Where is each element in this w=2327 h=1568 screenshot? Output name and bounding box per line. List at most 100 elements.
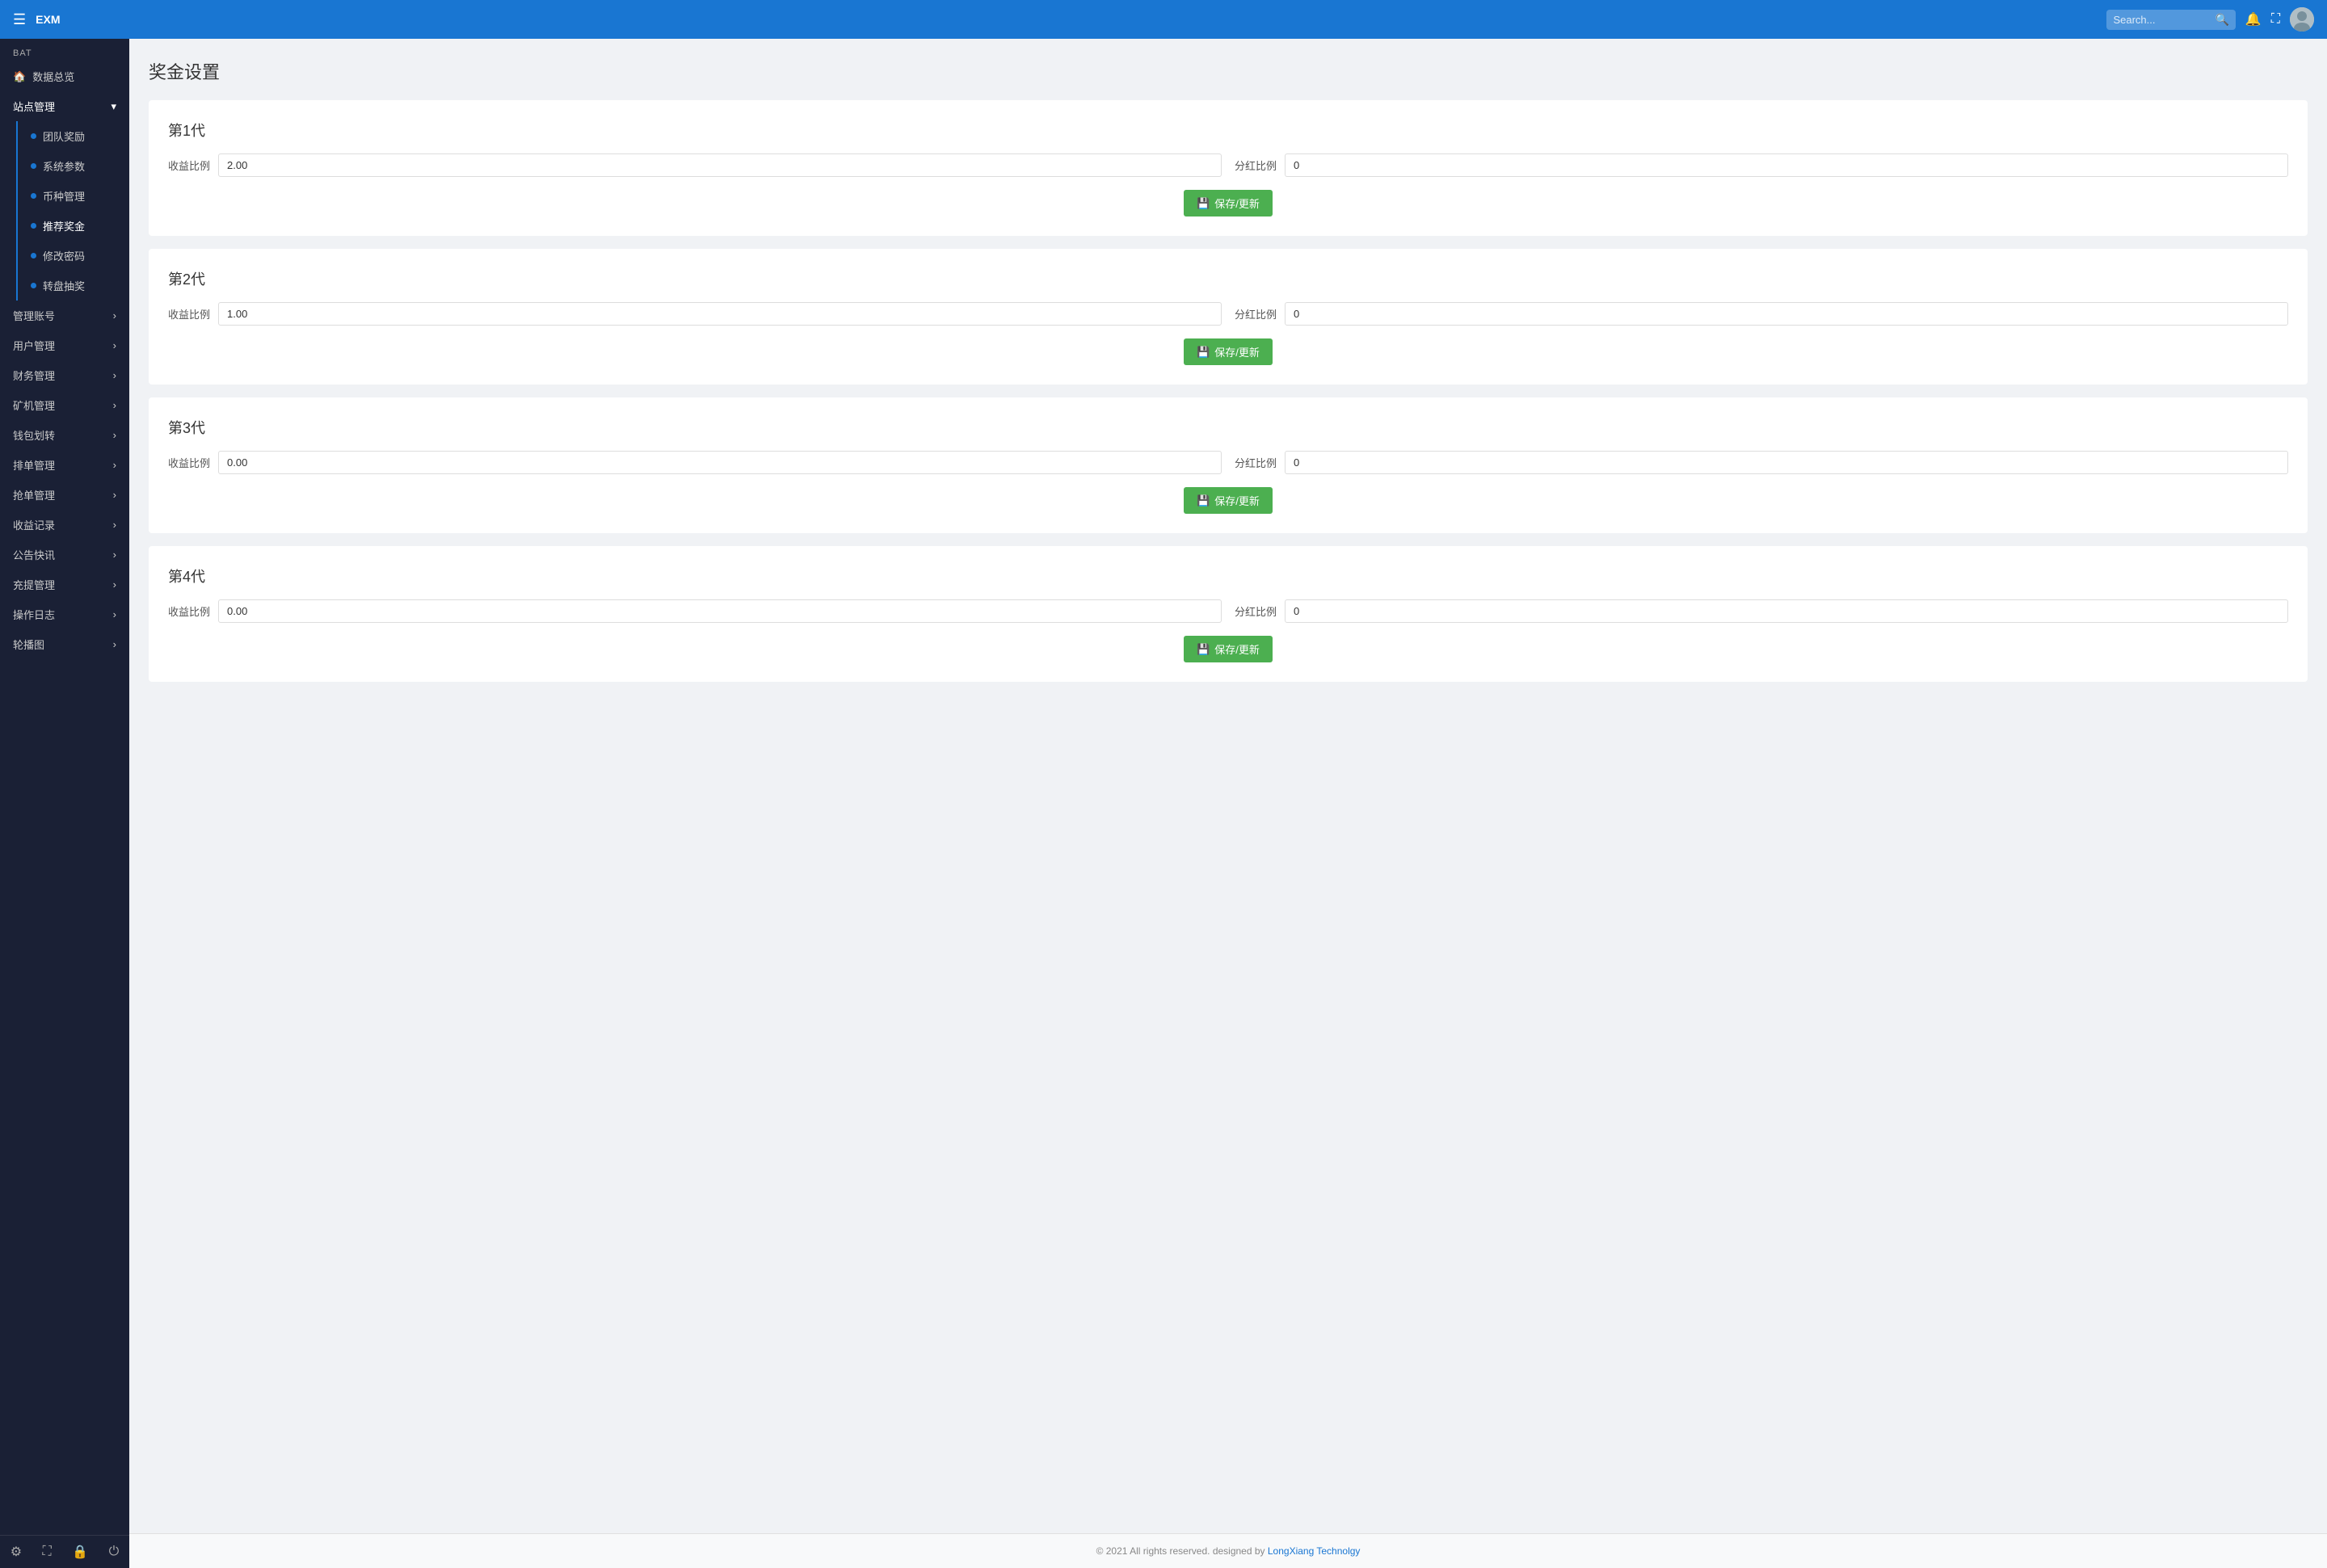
other-groups: 管理账号›用户管理›财务管理›矿机管理›钱包划转›排单管理›抢单管理›收益记录›… <box>0 301 129 659</box>
income-input-2[interactable] <box>218 302 1222 326</box>
sidebar-item-spin[interactable]: 转盘抽奖 <box>18 271 129 301</box>
gen-form-row-4: 收益比例 分红比例 <box>168 599 2288 623</box>
sidebar-group-1[interactable]: 用户管理› <box>0 330 129 360</box>
sidebar-team-reward-label: 团队奖励 <box>43 128 85 144</box>
generation-cards: 第1代 收益比例 分红比例 💾 保存/更新 第2代 <box>149 100 2308 682</box>
chevron-down-icon: ▾ <box>111 100 116 113</box>
save-button-1[interactable]: 💾 保存/更新 <box>1184 190 1273 216</box>
save-button-2[interactable]: 💾 保存/更新 <box>1184 338 1273 365</box>
sidebar-group-label-5: 排单管理 <box>13 457 55 473</box>
sidebar-group-label-4: 钱包划转 <box>13 427 55 443</box>
chevron-right-icon: › <box>113 519 116 531</box>
gen-form-row-3: 收益比例 分红比例 <box>168 451 2288 474</box>
save-icon-1: 💾 <box>1197 197 1210 210</box>
save-button-4[interactable]: 💾 保存/更新 <box>1184 636 1273 662</box>
app-logo: EXM <box>36 13 60 26</box>
chevron-right-icon: › <box>113 638 116 650</box>
sidebar-group-4[interactable]: 钱包划转› <box>0 420 129 450</box>
dividend-input-4[interactable] <box>1285 599 2288 623</box>
footer-link[interactable]: LongXiang Technolgy <box>1268 1545 1361 1557</box>
sidebar-group-6[interactable]: 抢单管理› <box>0 480 129 510</box>
gen-form-row-1: 收益比例 分红比例 <box>168 153 2288 177</box>
save-row-4: 💾 保存/更新 <box>168 636 2288 662</box>
search-input[interactable] <box>2113 14 2210 26</box>
footer: © 2021 All rights reserved. designed by … <box>129 1533 2327 1568</box>
hamburger-icon[interactable]: ☰ <box>13 11 26 28</box>
income-input-3[interactable] <box>218 451 1222 474</box>
sidebar-group-label-8: 公告快讯 <box>13 547 55 562</box>
fullscreen-icon[interactable]: ⛶ <box>43 1545 52 1559</box>
settings-icon[interactable]: ⚙ <box>11 1544 22 1560</box>
sidebar-group-9[interactable]: 充提管理› <box>0 570 129 599</box>
dot-icon <box>31 223 36 229</box>
expand-icon[interactable]: ⛶ <box>2271 12 2280 27</box>
sidebar-item-change-password[interactable]: 修改密码 <box>18 241 129 271</box>
topnav: ☰ EXM 🔍 🔔 ⛶ <box>0 0 2327 39</box>
dividend-group-2: 分红比例 <box>1235 302 2288 326</box>
sidebar-home-label: 数据总览 <box>32 69 74 84</box>
topnav-right: 🔍 🔔 ⛶ <box>2106 7 2314 32</box>
sidebar-item-home[interactable]: 🏠 数据总览 <box>0 61 129 91</box>
income-label-4: 收益比例 <box>168 603 210 619</box>
sidebar-referral-bonus-label: 推荐奖金 <box>43 218 85 233</box>
income-input-4[interactable] <box>218 599 1222 623</box>
sidebar-item-team-reward[interactable]: 团队奖励 <box>18 121 129 151</box>
dot-icon <box>31 193 36 199</box>
income-label-2: 收益比例 <box>168 306 210 322</box>
gen-card-3: 第3代 收益比例 分红比例 💾 保存/更新 <box>149 397 2308 533</box>
search-icon[interactable]: 🔍 <box>2215 13 2228 27</box>
income-group-2: 收益比例 <box>168 302 1222 326</box>
sidebar-item-sys-params[interactable]: 系统参数 <box>18 151 129 181</box>
sidebar-group-label-0: 管理账号 <box>13 308 55 323</box>
save-row-1: 💾 保存/更新 <box>168 190 2288 216</box>
save-button-3[interactable]: 💾 保存/更新 <box>1184 487 1273 514</box>
save-label-3: 保存/更新 <box>1214 493 1260 508</box>
gen-card-1: 第1代 收益比例 分红比例 💾 保存/更新 <box>149 100 2308 236</box>
sidebar-group-label-3: 矿机管理 <box>13 397 55 413</box>
dividend-input-3[interactable] <box>1285 451 2288 474</box>
chevron-right-icon: › <box>113 459 116 471</box>
chevron-right-icon: › <box>113 549 116 561</box>
sidebar-group-3[interactable]: 矿机管理› <box>0 390 129 420</box>
gen-card-4: 第4代 收益比例 分红比例 💾 保存/更新 <box>149 546 2308 682</box>
notification-icon[interactable]: 🔔 <box>2245 11 2262 27</box>
sidebar-group-2[interactable]: 财务管理› <box>0 360 129 390</box>
sidebar-group-label-10: 操作日志 <box>13 607 55 622</box>
save-label-2: 保存/更新 <box>1214 344 1260 359</box>
layout: BAT 🏠 数据总览 站点管理 ▾ 团队奖励 系统参数 币种管理 <box>0 39 2327 1568</box>
chevron-right-icon: › <box>113 339 116 351</box>
sidebar-group-label-7: 收益记录 <box>13 517 55 532</box>
sidebar-item-referral-bonus[interactable]: 推荐奖金 <box>18 211 129 241</box>
dot-icon <box>31 133 36 139</box>
avatar[interactable] <box>2290 7 2314 32</box>
save-row-2: 💾 保存/更新 <box>168 338 2288 365</box>
home-icon: 🏠 <box>13 70 26 83</box>
sidebar-group-11[interactable]: 轮播图 › <box>0 629 129 659</box>
dividend-input-1[interactable] <box>1285 153 2288 177</box>
dividend-input-2[interactable] <box>1285 302 2288 326</box>
save-icon-3: 💾 <box>1197 494 1210 507</box>
main: 奖金设置 第1代 收益比例 分红比例 💾 保存/更新 第2代 <box>129 39 2327 1568</box>
sidebar-group-zhangdian[interactable]: 站点管理 ▾ <box>0 91 129 121</box>
sidebar-group-5[interactable]: 排单管理 › <box>0 450 129 480</box>
save-icon-2: 💾 <box>1197 346 1210 359</box>
power-icon[interactable]: ⏻ <box>109 1545 120 1559</box>
sidebar-bottom: ⚙ ⛶ 🔒 ⏻ <box>0 1535 129 1568</box>
footer-text: © 2021 All rights reserved. designed by <box>1096 1545 1268 1557</box>
sidebar-group-10[interactable]: 操作日志› <box>0 599 129 629</box>
sidebar-group-zhangdian-label: 站点管理 <box>13 99 55 114</box>
content-area: 奖金设置 第1代 收益比例 分红比例 💾 保存/更新 第2代 <box>129 39 2327 1533</box>
sidebar-group-label-11: 轮播图 <box>13 637 44 652</box>
income-group-4: 收益比例 <box>168 599 1222 623</box>
dot-icon <box>31 253 36 259</box>
sidebar-item-coin-manage[interactable]: 币种管理 <box>18 181 129 211</box>
sidebar-section-title: BAT <box>0 39 129 61</box>
gen-card-2: 第2代 收益比例 分红比例 💾 保存/更新 <box>149 249 2308 385</box>
gen-title-4: 第4代 <box>168 565 2288 586</box>
income-input-1[interactable] <box>218 153 1222 177</box>
sidebar-group-7[interactable]: 收益记录 › <box>0 510 129 540</box>
save-icon-4: 💾 <box>1197 643 1210 656</box>
lock-icon[interactable]: 🔒 <box>72 1544 88 1560</box>
sidebar-group-0[interactable]: 管理账号› <box>0 301 129 330</box>
sidebar-group-8[interactable]: 公告快讯 › <box>0 540 129 570</box>
